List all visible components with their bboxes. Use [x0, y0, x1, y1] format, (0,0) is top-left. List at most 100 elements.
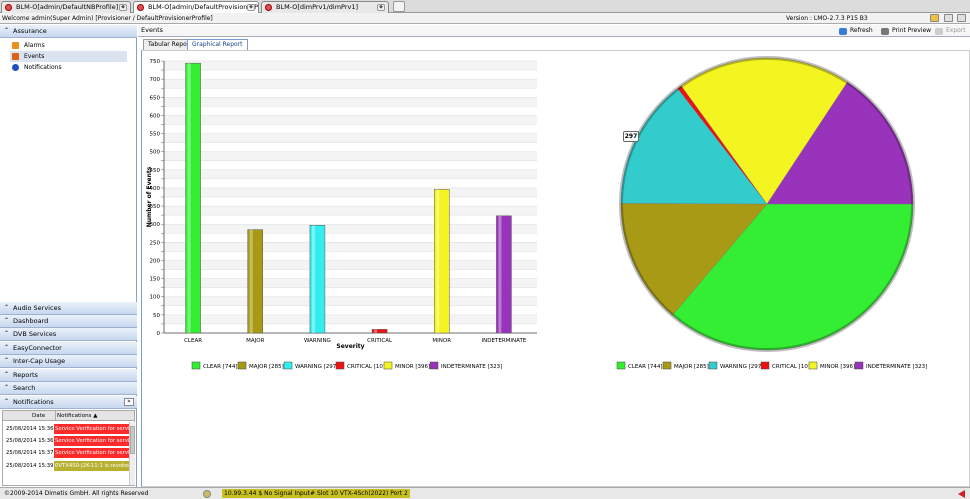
tab-close-icon[interactable]: ◆ — [247, 4, 255, 11]
grid-band — [164, 296, 537, 306]
column-header-label: Notifications — [57, 413, 92, 419]
grid-band — [164, 61, 537, 71]
y-tick-label: 750 — [150, 59, 161, 65]
row-message: Service Verification for servi — [54, 424, 129, 434]
grid-band — [164, 151, 537, 161]
tab-blm-dimprv1[interactable]: BLM-O[dimPrv1/dimPrv1] ◆ — [261, 1, 389, 13]
blm-app-icon — [265, 4, 272, 11]
status-bar: ©2009-2014 Dimetis GmbH. All rights Rese… — [0, 487, 970, 499]
export-button[interactable]: Export — [935, 26, 966, 36]
row-message: Service Verification for servi — [54, 436, 129, 446]
x-axis-label: Severity — [336, 343, 364, 350]
legend-swatch — [854, 361, 864, 370]
logout-icon[interactable] — [957, 14, 966, 22]
button-label: Refresh — [850, 27, 873, 34]
row-date: 25/08/2014 15:36 — [6, 426, 54, 432]
legend-swatch — [383, 361, 393, 370]
legend-swatch — [429, 361, 439, 370]
accordion-label: DVB Services — [13, 330, 57, 338]
tree-label: Alarms — [24, 42, 45, 49]
y-axis-label: Number of Events — [146, 166, 153, 227]
status-led-icon — [203, 490, 211, 498]
table-row[interactable]: 25/08/2014 15:36 Service Verification fo… — [3, 423, 129, 435]
legend-entry: MINOR [396] — [820, 364, 855, 370]
tree-item-events[interactable]: Events — [10, 51, 127, 62]
tree-label: Events — [24, 53, 45, 60]
accordion-dvb-services[interactable]: ⌃ DVB Services — [0, 328, 137, 341]
alert-ticker[interactable]: 10.99.3.44 $ No Signal Input# Slot 10 VT… — [222, 489, 410, 498]
copyright-text: ©2009-2014 Dimetis GmbH. All rights Rese… — [4, 490, 149, 497]
accordion-audio-services[interactable]: ⌃ Audio Services — [0, 302, 137, 315]
refresh-icon — [839, 28, 847, 35]
tab-close-icon[interactable]: ◆ — [377, 4, 385, 11]
x-tick-label: INDETERMINATE — [482, 338, 527, 344]
tab-graphical-report[interactable]: Graphical Report — [187, 39, 248, 50]
y-tick-label: 650 — [150, 95, 161, 101]
legend-entry: MAJOR [285] — [674, 364, 709, 370]
speaker-icon[interactable] — [958, 490, 965, 498]
notifications-table: Date Notifications ▲ 25/08/2014 15:36 Se… — [2, 410, 135, 486]
legend-entry: WARNING [297] — [720, 364, 763, 370]
accordion-dashboard[interactable]: ⌃ Dashboard — [0, 315, 137, 328]
grid-band — [164, 169, 537, 179]
sort-ascending-icon: ▲ — [93, 413, 98, 419]
blm-app-icon — [137, 4, 144, 11]
new-tab-icon[interactable] — [393, 1, 405, 12]
user-icon[interactable] — [930, 14, 939, 22]
grid-band — [164, 224, 537, 234]
table-row[interactable]: 25/08/2014 15:37 Service Verification fo… — [3, 447, 129, 459]
button-label: Export — [946, 27, 966, 34]
grid-band — [164, 314, 537, 324]
legend-entry: CRITICAL [10] — [347, 364, 385, 370]
blm-app-icon — [5, 4, 12, 11]
events-title: Events — [141, 26, 164, 34]
column-header-date[interactable]: Date — [32, 411, 45, 421]
table-row[interactable]: 25/08/2014 15:39 0VTX4S0-J2K-11:1 is rev… — [3, 460, 129, 472]
settings-icon[interactable] — [944, 14, 953, 22]
row-date: 25/08/2014 15:37 — [6, 450, 54, 456]
accordion-label: Dashboard — [13, 317, 49, 325]
y-tick-label: 550 — [150, 132, 161, 138]
welcome-bar: Welcome admin(Super Admin) [Provisioner … — [0, 13, 970, 24]
collapse-panel-button[interactable]: » — [124, 398, 134, 406]
legend-swatch — [616, 361, 626, 370]
grid-band — [164, 206, 537, 216]
accordion-assurance[interactable]: ⌃ Assurance — [0, 25, 137, 38]
button-label: Print Preview — [892, 27, 932, 34]
tab-label: BLM-O[admin/DefaultNBProfile] — [16, 3, 119, 11]
y-tick-label: 50 — [153, 313, 160, 319]
accordion-search[interactable]: ⌃ Search — [0, 382, 137, 395]
column-header-notifications[interactable]: Notifications ▲ — [55, 411, 135, 421]
tab-blm-defaultnbprofile[interactable]: BLM-O[admin/DefaultNBProfile] ◆ — [1, 1, 131, 13]
version-text: Version : LMO-2.7.3 P15 B3 — [786, 15, 868, 22]
tab-close-icon[interactable]: ◆ — [119, 4, 127, 11]
print-preview-button[interactable]: Print Preview — [881, 26, 931, 36]
accordion-notifications[interactable]: ⌃ Notifications » — [0, 396, 137, 409]
y-tick-label: 500 — [150, 150, 161, 156]
y-tick-label: 150 — [150, 277, 161, 283]
accordion-reports[interactable]: ⌃ Reports — [0, 369, 137, 382]
accordion-label: Notifications — [13, 398, 54, 406]
tab-blm-defaultprovisionerprofile[interactable]: BLM-O[admin/DefaultProvisionerPr... ◆ — [133, 1, 259, 13]
pie-tooltip: 297 — [623, 131, 639, 142]
y-tick-label: 0 — [157, 331, 161, 337]
tab-label: BLM-O[dimPrv1/dimPrv1] — [276, 3, 359, 11]
tree-item-notifications[interactable]: Notifications — [10, 62, 127, 73]
legend-swatch — [760, 361, 770, 370]
table-scrollbar[interactable] — [129, 422, 135, 485]
printer-icon — [881, 28, 889, 35]
accordion-label: Search — [13, 384, 36, 392]
tab-label: BLM-O[admin/DefaultProvisionerPr... — [148, 3, 259, 11]
tree-item-alarms[interactable]: Alarms — [10, 40, 127, 51]
legend-swatch — [335, 361, 345, 370]
scrollbar-thumb[interactable] — [130, 426, 135, 454]
legend-swatch — [708, 361, 718, 370]
bar-highlight — [374, 329, 378, 333]
accordion-inter-cap-usage[interactable]: ⌃ Inter-Cap Usage — [0, 355, 137, 368]
grid-band — [164, 79, 537, 89]
y-tick-label: 250 — [150, 240, 161, 246]
table-row[interactable]: 25/08/2014 15:36 Service Verification fo… — [3, 435, 129, 447]
grid-band — [164, 97, 537, 107]
refresh-button[interactable]: Refresh — [839, 26, 873, 36]
accordion-easyconnector[interactable]: ⌃ EasyConnector — [0, 342, 137, 355]
